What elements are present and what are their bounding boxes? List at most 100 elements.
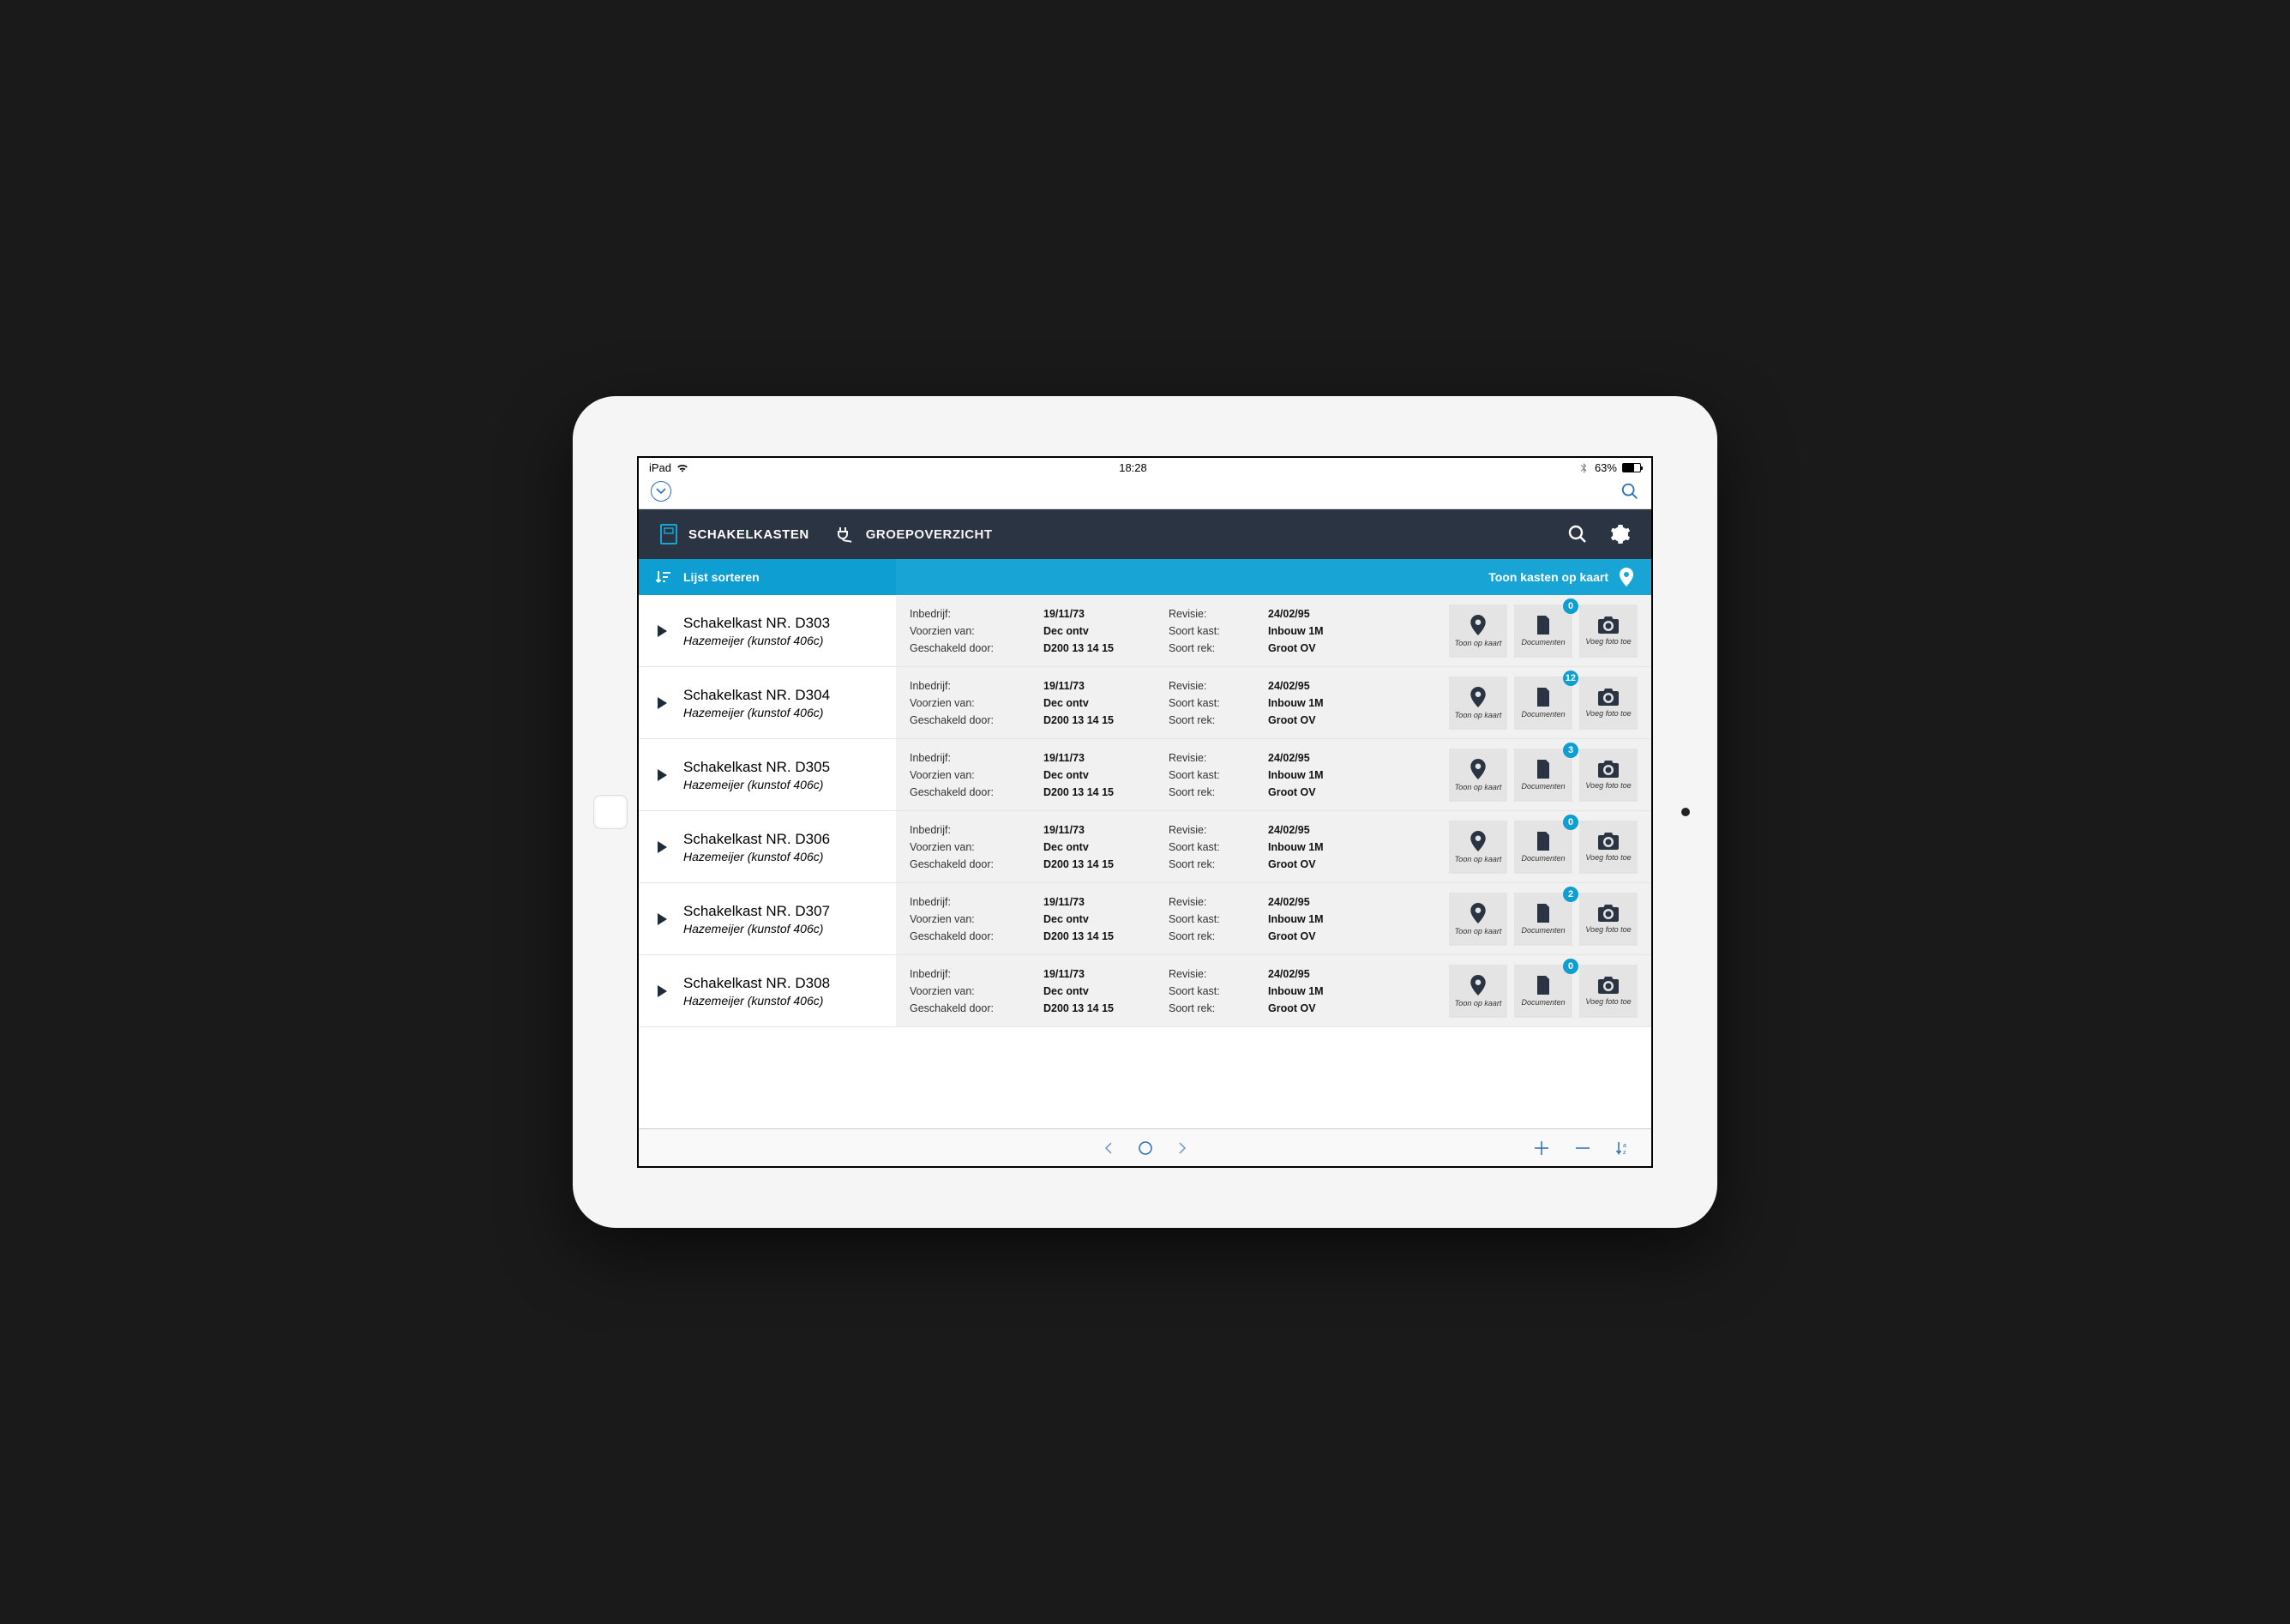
expand-icon[interactable] <box>656 696 668 710</box>
expand-icon[interactable] <box>656 840 668 854</box>
tab-groepoverzicht[interactable]: GROEPOVERZICHT <box>835 525 993 544</box>
ipad-frame: iPad 18:28 63% <box>573 396 1717 1228</box>
cabinet-subtitle: Hazemeijer (kunstof 406c) <box>683 634 830 647</box>
map-pin-icon <box>1619 568 1634 586</box>
document-icon <box>1536 976 1551 995</box>
prev-button[interactable] <box>1103 1141 1114 1155</box>
add-button[interactable] <box>1533 1140 1550 1157</box>
documents-badge: 0 <box>1563 959 1578 974</box>
remove-button[interactable] <box>1574 1140 1591 1157</box>
cabinet-title: Schakelkast NR. D307 <box>683 903 830 920</box>
settings-button[interactable] <box>1610 524 1631 544</box>
camera-icon <box>1598 977 1619 994</box>
tab-label: GROEPOVERZICHT <box>866 527 993 542</box>
cabinet-subtitle: Hazemeijer (kunstof 406c) <box>683 778 830 791</box>
map-pin-icon <box>1470 615 1487 635</box>
camera-icon <box>1598 689 1619 706</box>
clock: 18:28 <box>1119 461 1147 474</box>
cabinet-subtitle: Hazemeijer (kunstof 406c) <box>683 706 830 719</box>
camera-icon <box>1598 833 1619 850</box>
cabinet-list[interactable]: Schakelkast NR. D303 Hazemeijer (kunstof… <box>639 595 1651 1128</box>
list-item[interactable]: Schakelkast NR. D307 Hazemeijer (kunstof… <box>639 883 1651 955</box>
cabinet-details: Inbedrijf: Voorzien van: Geschakeld door… <box>896 883 1444 954</box>
add-photo-button[interactable]: Voeg foto toe <box>1579 677 1638 730</box>
tab-schakelkasten[interactable]: SCHAKELKASTEN <box>659 524 809 544</box>
sort-az-button[interactable]: az <box>1615 1140 1631 1156</box>
wifi-icon <box>676 463 688 473</box>
camera <box>1681 808 1690 816</box>
cabinet-title: Schakelkast NR. D303 <box>683 615 830 632</box>
map-pin-icon <box>1470 687 1487 707</box>
documents-badge: 12 <box>1563 671 1578 686</box>
show-on-map-button[interactable]: Toon op kaart <box>1449 893 1507 946</box>
show-on-map-button[interactable]: Toon op kaart <box>1449 677 1507 730</box>
cabinet-subtitle: Hazemeijer (kunstof 406c) <box>683 994 830 1007</box>
cabinet-title: Schakelkast NR. D304 <box>683 687 830 704</box>
expand-icon[interactable] <box>656 624 668 638</box>
documents-button[interactable]: 0 Documenten <box>1514 821 1572 874</box>
plug-icon <box>835 525 856 544</box>
documents-button[interactable]: 0 Documenten <box>1514 604 1572 658</box>
dropdown-button[interactable] <box>651 481 671 502</box>
cabinet-details: Inbedrijf: Voorzien van: Geschakeld door… <box>896 667 1444 738</box>
next-button[interactable] <box>1177 1141 1187 1155</box>
list-item[interactable]: Schakelkast NR. D303 Hazemeijer (kunstof… <box>639 595 1651 667</box>
document-icon <box>1536 616 1551 635</box>
camera-icon <box>1598 905 1619 922</box>
battery-percent: 63% <box>1595 461 1617 474</box>
sort-label: Lijst sorteren <box>683 570 760 584</box>
document-icon <box>1536 832 1551 851</box>
tab-label: SCHAKELKASTEN <box>688 527 809 542</box>
document-icon <box>1536 904 1551 923</box>
show-on-map-button[interactable]: Toon op kaart <box>1449 821 1507 874</box>
documents-button[interactable]: 0 Documenten <box>1514 965 1572 1018</box>
footer-toolbar: az <box>639 1128 1651 1166</box>
sort-button[interactable]: Lijst sorteren <box>639 559 896 595</box>
add-photo-button[interactable]: Voeg foto toe <box>1579 604 1638 658</box>
nav-search-button[interactable] <box>1567 524 1588 544</box>
documents-badge: 0 <box>1563 598 1578 614</box>
show-on-map-button[interactable]: Toon op kaart <box>1449 604 1507 658</box>
expand-icon[interactable] <box>656 768 668 782</box>
documents-button[interactable]: 2 Documenten <box>1514 893 1572 946</box>
add-photo-button[interactable]: Voeg foto toe <box>1579 965 1638 1018</box>
show-on-map-button[interactable]: Toon op kaart <box>1449 965 1507 1018</box>
list-item[interactable]: Schakelkast NR. D304 Hazemeijer (kunstof… <box>639 667 1651 739</box>
status-bar: iPad 18:28 63% <box>639 458 1651 478</box>
cabinet-subtitle: Hazemeijer (kunstof 406c) <box>683 850 830 863</box>
add-photo-button[interactable]: Voeg foto toe <box>1579 893 1638 946</box>
show-on-map-button[interactable]: Toon kasten op kaart <box>1488 568 1651 586</box>
home-button[interactable] <box>593 795 628 829</box>
cabinet-icon <box>659 524 678 544</box>
cabinet-subtitle: Hazemeijer (kunstof 406c) <box>683 922 830 935</box>
documents-button[interactable]: 3 Documenten <box>1514 749 1572 802</box>
cabinet-details: Inbedrijf: Voorzien van: Geschakeld door… <box>896 739 1444 810</box>
bluetooth-icon <box>1578 463 1590 473</box>
add-photo-button[interactable]: Voeg foto toe <box>1579 749 1638 802</box>
screen: iPad 18:28 63% <box>637 456 1653 1168</box>
documents-button[interactable]: 12 Documenten <box>1514 677 1572 730</box>
main-nav: SCHAKELKASTEN GROEPOVERZICHT <box>639 509 1651 559</box>
map-pin-icon <box>1470 903 1487 923</box>
refresh-button[interactable] <box>1138 1140 1153 1156</box>
cabinet-details: Inbedrijf: Voorzien van: Geschakeld door… <box>896 595 1444 666</box>
document-icon <box>1536 760 1551 779</box>
add-photo-button[interactable]: Voeg foto toe <box>1579 821 1638 874</box>
top-toolbar <box>639 478 1651 509</box>
show-on-map-button[interactable]: Toon op kaart <box>1449 749 1507 802</box>
documents-badge: 2 <box>1563 887 1578 902</box>
search-button[interactable] <box>1620 482 1639 501</box>
map-label: Toon kasten op kaart <box>1488 570 1608 584</box>
map-pin-icon <box>1470 759 1487 779</box>
list-item[interactable]: Schakelkast NR. D306 Hazemeijer (kunstof… <box>639 811 1651 883</box>
documents-badge: 0 <box>1563 815 1578 830</box>
list-item[interactable]: Schakelkast NR. D308 Hazemeijer (kunstof… <box>639 955 1651 1027</box>
expand-icon[interactable] <box>656 912 668 926</box>
cabinet-title: Schakelkast NR. D305 <box>683 759 830 776</box>
list-item[interactable]: Schakelkast NR. D305 Hazemeijer (kunstof… <box>639 739 1651 811</box>
filter-bar: Lijst sorteren Toon kasten op kaart <box>639 559 1651 595</box>
expand-icon[interactable] <box>656 984 668 998</box>
sort-icon <box>656 570 671 584</box>
map-pin-icon <box>1470 975 1487 995</box>
svg-text:a: a <box>1623 1143 1626 1149</box>
